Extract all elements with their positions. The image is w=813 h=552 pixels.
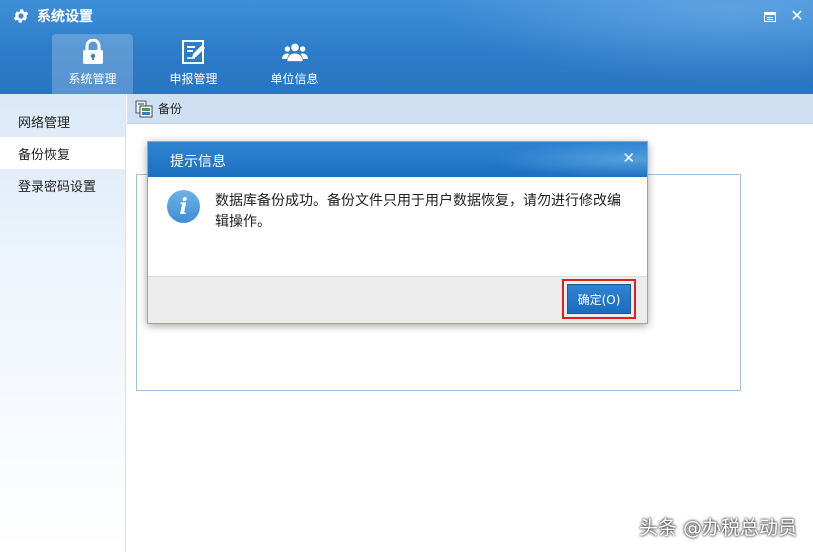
title-area: 系统设置 [12,6,93,26]
sidebar-item-backup-restore[interactable]: 备份恢复 [0,137,125,169]
dialog-message: 数据库备份成功。备份文件只用于用户数据恢复，请勿进行修改编辑操作。 [215,193,621,230]
backup-icon [135,100,153,118]
tab-label: 系统管理 [68,72,117,86]
dialog-header: 提示信息 ✕ [148,142,647,177]
info-icon: i [167,190,200,223]
sidebar-item-label: 备份恢复 [18,147,71,163]
app-window: 系统设置 ✕ 系统管理 申报管理 单位信息 网络管理 备份恢复 登录密码设置 备… [0,0,813,552]
sidebar: 网络管理 备份恢复 登录密码设置 [0,94,126,552]
close-icon: ✕ [790,6,804,25]
gear-icon [12,7,30,25]
highlight-frame: 确定(O) [562,279,636,319]
sidebar-item-login-password[interactable]: 登录密码设置 [0,169,125,201]
content-header: 备份 [127,94,813,124]
restore-button[interactable] [762,8,778,24]
dialog-title: 提示信息 [170,154,226,170]
dialog-footer: 确定(O) [148,276,647,323]
restore-icon [764,7,776,26]
window-title: 系统设置 [37,9,93,25]
content-title: 备份 [158,102,183,116]
tab-system-management[interactable]: 系统管理 [52,34,133,94]
sidebar-item-label: 登录密码设置 [18,179,97,195]
tab-label: 单位信息 [270,72,319,86]
info-dialog: 提示信息 ✕ i 数据库备份成功。备份文件只用于用户数据恢复，请勿进行修改编辑操… [147,141,648,324]
close-icon: ✕ [622,149,635,167]
tab-unit-info[interactable]: 单位信息 [254,34,335,94]
tab-label: 申报管理 [169,72,218,86]
sidebar-item-network[interactable]: 网络管理 [0,105,125,137]
watermark: 头条 @办税总动员 [638,517,797,539]
lock-icon [80,39,106,65]
edit-document-icon [181,39,207,65]
nav-tabs: 系统管理 申报管理 单位信息 [52,34,355,94]
tab-declaration-management[interactable]: 申报管理 [153,34,234,94]
sidebar-item-label: 网络管理 [18,115,71,131]
dialog-close-button[interactable]: ✕ [622,151,635,166]
users-icon [281,39,308,65]
ok-button[interactable]: 确定(O) [567,284,631,314]
header-bar: 系统设置 ✕ 系统管理 申报管理 单位信息 [0,0,813,94]
window-close-button[interactable]: ✕ [789,8,805,24]
